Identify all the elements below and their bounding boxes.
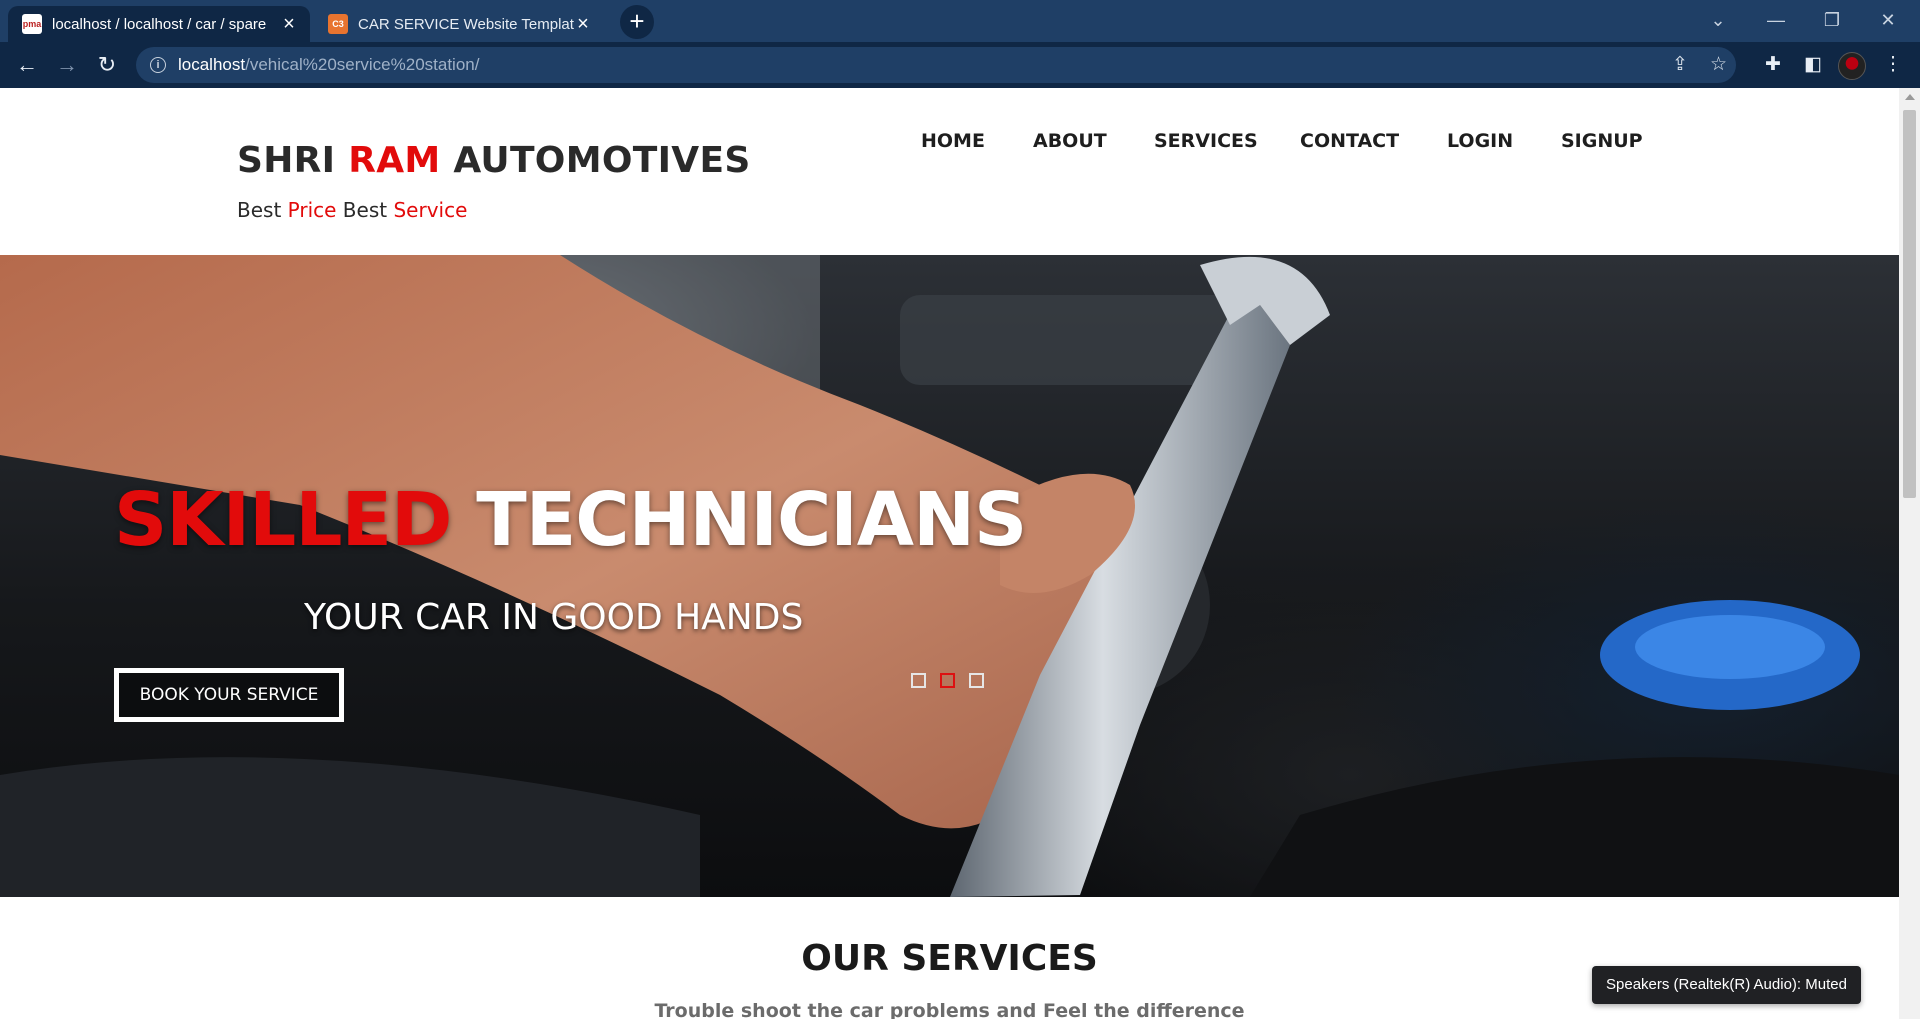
hero-title: SKILLED TECHNICIANS [114,477,1027,563]
browser-toolbar: ← → ↻ i localhost/vehical%20service%20st… [0,42,1920,88]
slider-dot-active[interactable] [940,673,955,688]
browser-tab-strip: pma localhost / localhost / car / spare … [0,0,1920,42]
browser-tab[interactable]: C3 CAR SERVICE Website Template | × [314,6,604,42]
slider-dot[interactable] [911,673,926,688]
nav-contact[interactable]: CONTACT [1300,130,1399,152]
tab-title: CAR SERVICE Website Template | [358,15,574,33]
hero-slider: SKILLED TECHNICIANS YOUR CAR IN GOOD HAN… [0,255,1899,897]
reload-icon[interactable]: ↻ [90,48,124,82]
close-tab-icon[interactable]: × [280,14,298,34]
restore-icon[interactable]: ❐ [1810,4,1854,36]
page-viewport: SHRI RAM AUTOMOTIVES Best Price Best Ser… [0,88,1899,1019]
forward-icon[interactable]: → [50,48,84,82]
bookmark-star-icon[interactable]: ☆ [1710,47,1727,83]
slider-dot[interactable] [969,673,984,688]
nav-services[interactable]: SERVICES [1154,130,1258,152]
url-text[interactable]: localhost/vehical%20service%20station/ [178,47,479,83]
audio-toast: Speakers (Realtek(R) Audio): Muted [1592,966,1861,1004]
back-icon[interactable]: ← [10,48,44,82]
scroll-thumb[interactable] [1903,110,1916,498]
nav-signup[interactable]: SIGNUP [1561,130,1643,152]
book-service-button[interactable]: BOOK YOUR SERVICE [114,668,344,722]
site-tagline: Best Price Best Service [237,198,468,222]
address-bar[interactable]: i localhost/vehical%20service%20station/… [136,47,1736,83]
nav-login[interactable]: LOGIN [1447,130,1513,152]
site-info-icon[interactable]: i [150,57,166,73]
new-tab-button[interactable]: + [620,5,654,39]
browser-tab-active[interactable]: pma localhost / localhost / car / spare … [8,6,310,42]
profile-avatar[interactable] [1838,52,1866,80]
tab-search-icon[interactable]: ⌄ [1696,4,1740,36]
page-scrollbar[interactable] [1899,88,1920,1019]
menu-icon[interactable]: ⋮ [1876,48,1910,82]
nav-about[interactable]: ABOUT [1033,130,1107,152]
hero-image [0,255,1899,897]
tab-title: localhost / localhost / car / spare [52,15,267,33]
template-favicon-icon: C3 [328,14,348,34]
minimize-icon[interactable]: — [1754,4,1798,36]
phpmyadmin-favicon-icon: pma [22,14,42,34]
hero-subtitle: YOUR CAR IN GOOD HANDS [304,597,804,638]
nav-home[interactable]: HOME [921,130,985,152]
extensions-icon[interactable]: ✚ [1756,48,1790,82]
close-window-icon[interactable]: ✕ [1866,4,1910,36]
scroll-up-icon[interactable] [1905,94,1915,100]
site-brand[interactable]: SHRI RAM AUTOMOTIVES [237,140,751,181]
side-panel-icon[interactable]: ◧ [1796,48,1830,82]
share-icon[interactable]: ⇪ [1672,47,1688,83]
close-tab-icon[interactable]: × [574,14,592,34]
